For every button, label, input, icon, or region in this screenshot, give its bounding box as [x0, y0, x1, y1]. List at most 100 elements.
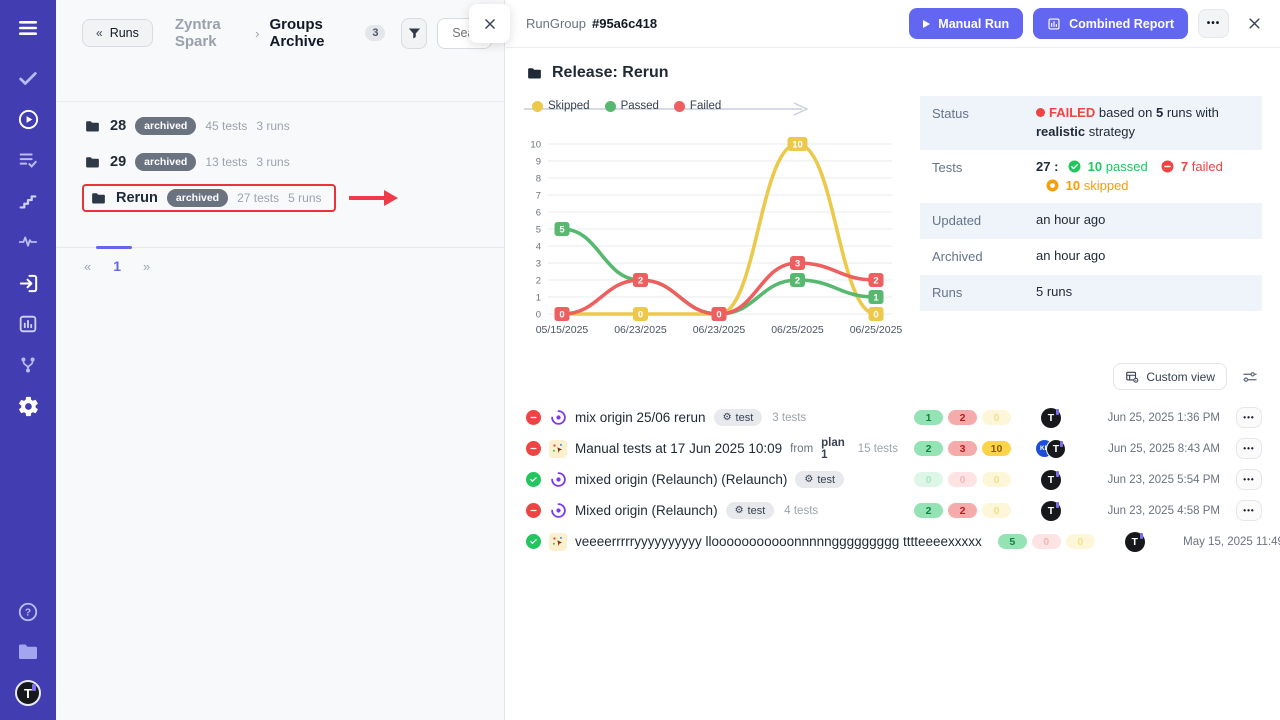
run-row[interactable]: mix origin 25/06 rerun ⚙test 3 tests 1 2… — [526, 402, 1262, 433]
svg-text:5: 5 — [559, 225, 565, 236]
run-name[interactable]: Manual tests at 17 Jun 2025 10:09 — [575, 441, 782, 456]
run-name[interactable]: mixed origin (Relaunch) (Relaunch) — [575, 472, 787, 487]
svg-text:06/23/2025: 06/23/2025 — [614, 324, 667, 336]
avatar[interactable]: T — [1041, 408, 1061, 428]
updated-row: Updated an hour ago — [920, 203, 1262, 239]
group-tests-count: 27 tests — [237, 191, 279, 205]
breadcrumb-current: Groups Archive — [270, 16, 356, 50]
run-more-button[interactable]: ••• — [1236, 407, 1262, 428]
custom-view-button[interactable]: Custom view — [1113, 363, 1227, 390]
run-row[interactable]: Mixed origin (Relaunch) ⚙test 4 tests 2 … — [526, 495, 1262, 526]
manual-run-icon — [549, 533, 567, 551]
svg-text:10: 10 — [530, 140, 541, 151]
folder-icon — [90, 190, 107, 207]
run-name[interactable]: mix origin 25/06 rerun — [575, 410, 706, 425]
group-row-rerun-highlighted[interactable]: Rerun archived 27 tests 5 runs — [82, 184, 336, 212]
run-row[interactable]: mixed origin (Relaunch) (Relaunch) ⚙test… — [526, 464, 1262, 495]
next-page-button[interactable]: » — [143, 259, 150, 274]
run-failed-icon — [526, 503, 541, 518]
branches-icon[interactable] — [16, 353, 40, 377]
tag-test-badge[interactable]: ⚙test — [795, 471, 844, 488]
skipped-badge: 0 — [982, 410, 1011, 425]
tag-test-badge[interactable]: ⚙test — [726, 502, 775, 519]
header-divider — [56, 101, 504, 102]
back-to-runs-button[interactable]: « Runs — [82, 19, 153, 47]
display-settings-icon[interactable] — [1242, 369, 1258, 385]
run-more-button[interactable]: ••• — [1236, 469, 1262, 490]
svg-text:0: 0 — [716, 310, 721, 321]
result-badges: 5 0 0 — [998, 534, 1098, 549]
group-name[interactable]: 28 — [110, 118, 126, 134]
gear-icon: ⚙ — [723, 412, 732, 423]
run-name[interactable]: veeeerrrrryyyyyyyyyy llooooooooooonnnnng… — [575, 534, 982, 549]
passed-check-icon — [1068, 160, 1081, 173]
run-date: Jun 25, 2025 8:43 AM — [1088, 443, 1220, 455]
user-avatar[interactable]: T — [15, 680, 41, 706]
tag-test-badge[interactable]: ⚙test — [714, 409, 763, 426]
run-date: Jun 23, 2025 5:54 PM — [1088, 474, 1220, 486]
run-date: May 15, 2025 11:49 AM — [1172, 536, 1280, 548]
archived-badge: archived — [167, 189, 228, 207]
svg-text:05/15/2025: 05/15/2025 — [536, 324, 589, 336]
failed-badge: 0 — [948, 472, 977, 487]
svg-text:1: 1 — [536, 293, 541, 304]
manual-run-button[interactable]: Manual Run — [909, 8, 1023, 39]
avatar[interactable]: T — [1046, 439, 1066, 459]
page-1-button[interactable]: 1 — [113, 258, 121, 274]
runs-play-icon[interactable] — [16, 107, 40, 131]
analytics-pulse-icon[interactable] — [16, 230, 40, 254]
group-name[interactable]: Rerun — [116, 190, 158, 206]
checks-icon[interactable] — [16, 66, 40, 90]
help-icon[interactable]: ? — [16, 600, 40, 624]
group-row-28[interactable]: 28 archived 45 tests 3 runs — [82, 112, 298, 140]
app-sidebar: ? T — [0, 0, 56, 720]
run-name[interactable]: Mixed origin (Relaunch) — [575, 503, 718, 518]
failed-badge: 2 — [948, 503, 977, 518]
menu-icon[interactable] — [16, 16, 40, 40]
result-badges: 2 2 0 — [914, 503, 1014, 518]
passed-badge: 0 — [914, 472, 943, 487]
legend-failed[interactable]: Failed — [674, 100, 721, 112]
bar-chart-icon — [1047, 17, 1061, 31]
group-row-29[interactable]: 29 archived 13 tests 3 runs — [82, 148, 298, 176]
breadcrumb-project[interactable]: Zyntra Spark — [175, 16, 245, 50]
prev-page-button[interactable]: « — [84, 259, 91, 274]
plan-link[interactable]: plan 1 — [821, 437, 848, 461]
failed-status-dot-icon — [1036, 108, 1045, 117]
test-plans-icon[interactable] — [16, 148, 40, 172]
panel-close-button[interactable] — [469, 4, 510, 43]
run-row[interactable]: Manual tests at 17 Jun 2025 10:09 from p… — [526, 433, 1262, 464]
avatar[interactable]: T — [1041, 470, 1061, 490]
avatar[interactable]: T — [1125, 532, 1145, 552]
combined-report-button[interactable]: Combined Report — [1033, 8, 1188, 39]
runs-chart: Skipped Passed Failed 01234567891005/15/… — [518, 94, 904, 347]
steps-icon[interactable] — [16, 189, 40, 213]
filter-button[interactable] — [401, 18, 427, 49]
group-stats: 13 tests 3 runs — [205, 155, 289, 169]
result-badges: 2 3 10 — [914, 441, 1014, 456]
skipped-dot-icon — [532, 101, 543, 112]
automated-run-icon — [549, 409, 567, 427]
detail-close-button[interactable] — [1247, 16, 1262, 31]
settings-gear-icon[interactable] — [16, 394, 40, 418]
run-more-button[interactable]: ••• — [1236, 500, 1262, 521]
svg-text:2: 2 — [795, 276, 800, 287]
reports-chart-icon[interactable] — [16, 312, 40, 336]
failed-dot-icon — [674, 101, 685, 112]
avatar[interactable]: T — [1041, 501, 1061, 521]
run-row[interactable]: veeeerrrrryyyyyyyyyy llooooooooooonnnnng… — [526, 526, 1262, 557]
legend-skipped[interactable]: Skipped — [532, 100, 590, 112]
legend-passed[interactable]: Passed — [605, 100, 659, 112]
more-actions-button[interactable]: ••• — [1198, 9, 1229, 38]
projects-folder-icon[interactable] — [16, 640, 40, 664]
import-icon[interactable] — [16, 271, 40, 295]
manual-run-icon — [549, 440, 567, 458]
rungroup-title: Release: Rerun — [552, 64, 669, 82]
funnel-icon — [407, 26, 422, 41]
group-name[interactable]: 29 — [110, 154, 126, 170]
run-more-button[interactable]: ••• — [1236, 438, 1262, 459]
annotation-arrow-icon — [347, 188, 401, 208]
rungroup-id: #95a6c418 — [592, 16, 657, 31]
skipped-badge: 0 — [982, 472, 1011, 487]
skipped-badge: 0 — [1066, 534, 1095, 549]
